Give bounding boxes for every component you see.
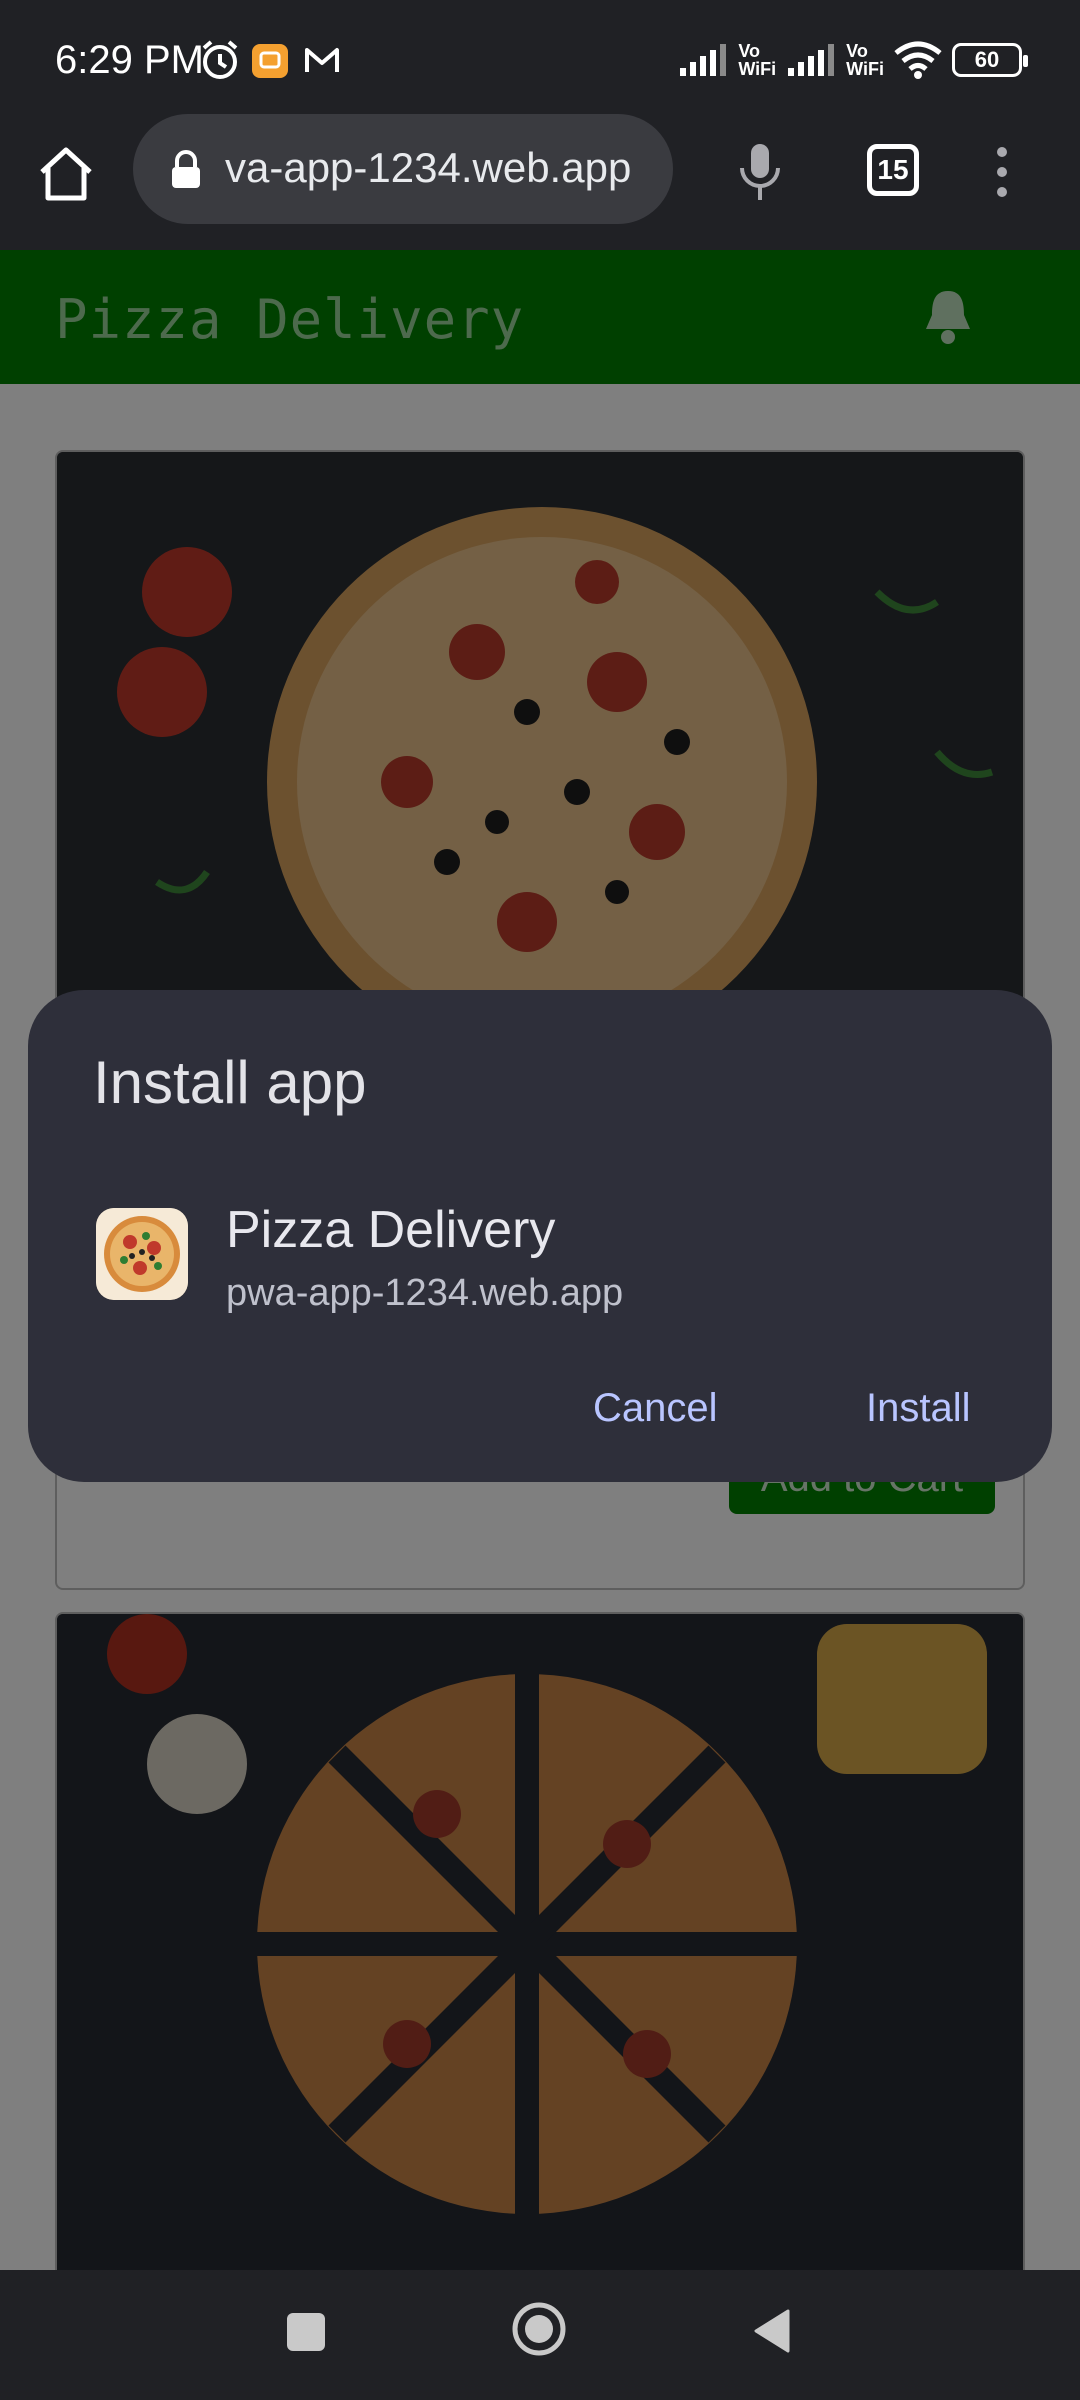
status-time: 6:29 PM bbox=[55, 38, 204, 82]
tab-count: 15 bbox=[877, 154, 909, 185]
dialog-title: Install app bbox=[93, 1049, 367, 1116]
signal-icon bbox=[680, 44, 727, 76]
home-icon[interactable] bbox=[34, 142, 98, 206]
alarm-icon bbox=[202, 40, 238, 79]
status-right: Vo WiFi Vo WiFi 60 bbox=[678, 40, 1028, 80]
app-icon bbox=[96, 1208, 188, 1300]
install-app-dialog: Install app Pizza Delivery pwa-app-1234.… bbox=[28, 990, 1052, 1482]
back-icon[interactable] bbox=[750, 2307, 792, 2355]
cancel-button[interactable]: Cancel bbox=[583, 1380, 728, 1437]
app-name: Pizza Delivery bbox=[226, 1201, 556, 1259]
tabs-icon[interactable]: 15 bbox=[867, 144, 919, 196]
vowifi-label: Vo WiFi bbox=[846, 41, 884, 79]
mic-icon[interactable] bbox=[736, 140, 784, 204]
battery-level: 60 bbox=[974, 47, 1000, 72]
battery-icon: 60 bbox=[952, 43, 1028, 77]
app-url: pwa-app-1234.web.app bbox=[226, 1272, 624, 1314]
signal-icon bbox=[788, 44, 835, 76]
gmail-icon bbox=[305, 48, 339, 72]
lock-icon[interactable] bbox=[168, 150, 204, 190]
url-text[interactable]: va-app-1234.web.app bbox=[225, 144, 655, 192]
vowifi-label: Vo WiFi bbox=[738, 41, 777, 79]
system-nav-bar bbox=[0, 2270, 1080, 2400]
install-button[interactable]: Install bbox=[856, 1380, 981, 1437]
home-circle-icon[interactable] bbox=[510, 2300, 568, 2358]
status-bar: 6:29 PM Vo WiFi Vo WiFi 60 bbox=[0, 0, 1080, 118]
app-notification-icon bbox=[252, 44, 288, 78]
wifi-icon bbox=[894, 41, 942, 79]
overflow-menu-icon[interactable] bbox=[992, 142, 1012, 202]
recent-apps-icon[interactable] bbox=[287, 2313, 325, 2351]
